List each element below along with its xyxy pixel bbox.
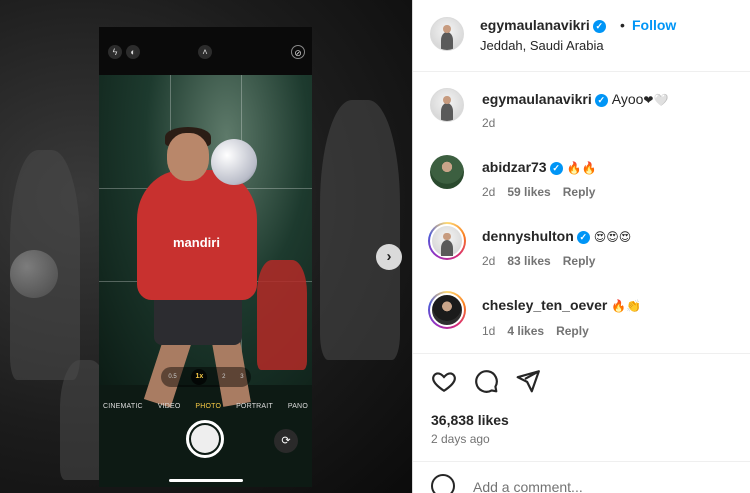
comment-emoji: 🔥🔥 bbox=[566, 161, 597, 175]
comment-age: 2d bbox=[482, 116, 496, 130]
reply-button[interactable]: Reply bbox=[563, 185, 596, 199]
comment-username[interactable]: egymaulanavikri bbox=[482, 91, 592, 107]
teammate-figure bbox=[257, 260, 307, 370]
author-username[interactable]: egymaulanavikri bbox=[480, 17, 590, 33]
instagram-post-view: ϟ ◐ ˄ ⊘ mandiri 0.5 1x 2 3 CINEMATIC VID… bbox=[0, 0, 750, 493]
camera-mode: PANO bbox=[287, 403, 308, 410]
jersey-sponsor: mandiri bbox=[173, 235, 220, 250]
post-media: ϟ ◐ ˄ ⊘ mandiri 0.5 1x 2 3 CINEMATIC VID… bbox=[0, 0, 412, 493]
live-off-icon: ⊘ bbox=[291, 45, 305, 59]
composer-divider bbox=[413, 461, 750, 462]
camera-viewfinder: mandiri bbox=[99, 75, 312, 408]
emoji-picker-icon[interactable] bbox=[431, 474, 455, 493]
camera-mode: CINEMATIC bbox=[103, 403, 143, 410]
comment-username[interactable]: dennyshulton bbox=[482, 228, 574, 244]
comment-likes[interactable]: 83 likes bbox=[507, 254, 550, 268]
share-paper-plane-icon[interactable] bbox=[515, 368, 541, 394]
comment-body: egymaulanavikri ✓ Ayoo❤🤍 bbox=[482, 91, 668, 107]
comment-likes[interactable]: 59 likes bbox=[507, 185, 550, 199]
comment-meta: 1d 4 likes Reply bbox=[482, 324, 589, 338]
comment-username[interactable]: abidzar73 bbox=[482, 159, 547, 175]
separator-dot: • bbox=[620, 17, 625, 33]
comment-emoji: ❤🤍 bbox=[643, 93, 669, 107]
comment-age: 1d bbox=[482, 324, 496, 338]
post-timestamp[interactable]: 2 days ago bbox=[431, 432, 490, 446]
comment-body: chesley_ten_oever 🔥👏 bbox=[482, 297, 641, 313]
phone-camera-screen: ϟ ◐ ˄ ⊘ mandiri 0.5 1x 2 3 CINEMATIC VID… bbox=[99, 27, 312, 487]
background-ball bbox=[10, 250, 58, 298]
next-media-button[interactable]: › bbox=[376, 244, 402, 270]
post-sidebar: egymaulanavikri ✓ • Follow Jeddah, Saudi … bbox=[412, 0, 750, 493]
comment-age: 2d bbox=[482, 254, 496, 268]
flash-off-icon: ϟ bbox=[108, 45, 122, 59]
like-count[interactable]: 36,838 likes bbox=[431, 412, 509, 428]
comment-meta: 2d 83 likes Reply bbox=[482, 254, 595, 268]
zoom-option-active: 1x bbox=[191, 369, 208, 385]
comment-bubble-icon[interactable] bbox=[473, 368, 499, 394]
camera-mode: PORTRAIT bbox=[236, 403, 273, 410]
comment-avatar[interactable] bbox=[430, 88, 464, 122]
author-header: egymaulanavikri ✓ bbox=[480, 17, 606, 33]
comment-body: dennyshulton ✓ 😍😍😍 bbox=[482, 228, 631, 244]
post-actions bbox=[431, 368, 541, 394]
avatar-image bbox=[430, 293, 464, 327]
reply-button[interactable]: Reply bbox=[556, 324, 589, 338]
comment-avatar-story[interactable] bbox=[428, 291, 466, 329]
comment-body: abidzar73 ✓ 🔥🔥 bbox=[482, 159, 596, 175]
verified-badge-icon: ✓ bbox=[594, 94, 608, 107]
verified-badge-icon: ✓ bbox=[549, 162, 563, 175]
camera-mode-active: PHOTO bbox=[195, 403, 222, 410]
flip-camera-icon: ⟳ bbox=[274, 429, 298, 453]
comment-avatar[interactable] bbox=[430, 155, 464, 189]
chevron-up-icon: ˄ bbox=[198, 45, 212, 59]
verified-badge-icon: ✓ bbox=[592, 20, 606, 33]
comment-input[interactable]: Add a comment... bbox=[473, 479, 583, 493]
author-avatar[interactable] bbox=[430, 17, 464, 51]
player-head bbox=[167, 133, 209, 181]
avatar-image bbox=[430, 224, 464, 258]
comment-emoji: 😍😍😍 bbox=[593, 230, 632, 244]
comment-emoji: 🔥👏 bbox=[611, 299, 642, 313]
reply-button[interactable]: Reply bbox=[563, 254, 596, 268]
zoom-option: 3 bbox=[240, 374, 244, 380]
camera-modes: CINEMATIC VIDEO PHOTO PORTRAIT PANO bbox=[99, 403, 312, 410]
zoom-option: 0.5 bbox=[168, 374, 177, 380]
header-divider bbox=[413, 71, 750, 72]
zoom-selector: 0.5 1x 2 3 bbox=[161, 367, 251, 387]
comment-meta: 2d bbox=[482, 116, 495, 130]
comment-avatar-story[interactable] bbox=[428, 222, 466, 260]
comment-username[interactable]: chesley_ten_oever bbox=[482, 297, 607, 313]
comment-age: 2d bbox=[482, 185, 496, 199]
comments-divider bbox=[413, 353, 750, 354]
background-player bbox=[320, 100, 400, 360]
verified-badge-icon: ✓ bbox=[576, 231, 590, 244]
comment-meta: 2d 59 likes Reply bbox=[482, 185, 595, 199]
post-location[interactable]: Jeddah, Saudi Arabia bbox=[480, 38, 604, 53]
camera-mode: VIDEO bbox=[157, 403, 181, 410]
live-photo-icon: ◐ bbox=[126, 45, 140, 59]
home-indicator bbox=[169, 479, 243, 482]
follow-button[interactable]: Follow bbox=[632, 17, 676, 33]
like-heart-icon[interactable] bbox=[431, 368, 457, 394]
comment-text: Ayoo bbox=[611, 91, 644, 107]
football bbox=[211, 139, 257, 185]
zoom-option: 2 bbox=[222, 374, 226, 380]
shutter-button-image bbox=[186, 420, 224, 458]
comment-likes[interactable]: 4 likes bbox=[507, 324, 544, 338]
camera-top-bar: ϟ ◐ ˄ ⊘ bbox=[99, 27, 312, 75]
